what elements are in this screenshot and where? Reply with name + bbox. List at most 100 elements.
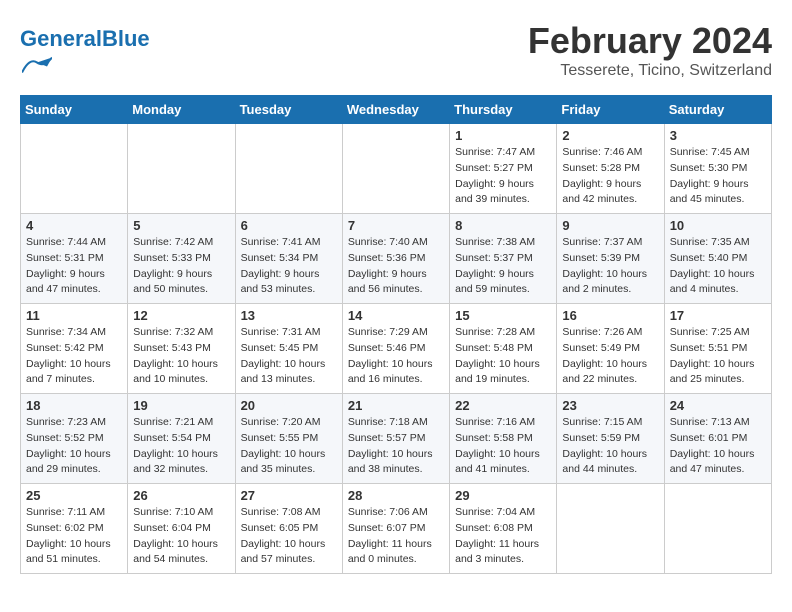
day-info: Sunrise: 7:41 AM Sunset: 5:34 PM Dayligh… [241, 235, 337, 298]
day-number: 29 [455, 488, 551, 503]
day-number: 19 [133, 398, 229, 413]
calendar-cell: 17 Sunrise: 7:25 AM Sunset: 5:51 PM Dayli… [664, 304, 771, 394]
calendar-cell: 1 Sunrise: 7:47 AM Sunset: 5:27 PM Daylig… [450, 124, 557, 214]
column-header-wednesday: Wednesday [342, 96, 449, 124]
calendar-week-row: 18Sunrise: 7:23 AM Sunset: 5:52 PM Dayli… [21, 394, 772, 484]
calendar-cell: 18Sunrise: 7:23 AM Sunset: 5:52 PM Dayli… [21, 394, 128, 484]
day-info: Sunrise: 7:32 AM Sunset: 5:43 PM Dayligh… [133, 325, 229, 388]
day-info: Sunrise: 7:23 AM Sunset: 5:52 PM Dayligh… [26, 415, 122, 478]
day-info: Sunrise: 7:37 AM Sunset: 5:39 PM Dayligh… [562, 235, 658, 298]
day-info: Sunrise: 7:29 AM Sunset: 5:46 PM Dayligh… [348, 325, 444, 388]
calendar-cell [557, 484, 664, 574]
day-info: Sunrise: 7:08 AM Sunset: 6:05 PM Dayligh… [241, 505, 337, 568]
day-info: Sunrise: 7:38 AM Sunset: 5:37 PM Dayligh… [455, 235, 551, 298]
day-number: 17 [670, 308, 766, 323]
day-info: Sunrise: 7:25 AM Sunset: 5:51 PM Dayligh… [670, 325, 766, 388]
day-info: Sunrise: 7:10 AM Sunset: 6:04 PM Dayligh… [133, 505, 229, 568]
day-number: 14 [348, 308, 444, 323]
day-number: 21 [348, 398, 444, 413]
calendar-cell: 15 Sunrise: 7:28 AM Sunset: 5:48 PM Dayli… [450, 304, 557, 394]
day-number: 12 [133, 308, 229, 323]
day-info: Sunrise: 7:28 AM Sunset: 5:48 PM Dayligh… [455, 325, 551, 388]
column-header-saturday: Saturday [664, 96, 771, 124]
calendar-cell [342, 124, 449, 214]
logo-icon [22, 50, 52, 80]
day-info: Sunrise: 7:46 AM Sunset: 5:28 PM Dayligh… [562, 145, 658, 208]
calendar-cell [128, 124, 235, 214]
calendar-cell: 21 Sunrise: 7:18 AM Sunset: 5:57 PM Dayli… [342, 394, 449, 484]
day-info: Sunrise: 7:18 AM Sunset: 5:57 PM Dayligh… [348, 415, 444, 478]
calendar-cell: 16Sunrise: 7:26 AM Sunset: 5:49 PM Dayli… [557, 304, 664, 394]
day-info: Sunrise: 7:04 AM Sunset: 6:08 PM Dayligh… [455, 505, 551, 568]
calendar-week-row: 11 Sunrise: 7:34 AM Sunset: 5:42 PM Dayli… [21, 304, 772, 394]
logo-text: GeneralBlue [20, 28, 150, 50]
day-info: Sunrise: 7:45 AM Sunset: 5:30 PM Dayligh… [670, 145, 766, 208]
calendar-cell: 2 Sunrise: 7:46 AM Sunset: 5:28 PM Daylig… [557, 124, 664, 214]
day-info: Sunrise: 7:34 AM Sunset: 5:42 PM Dayligh… [26, 325, 122, 388]
calendar-cell: 8 Sunrise: 7:38 AM Sunset: 5:37 PM Daylig… [450, 214, 557, 304]
day-number: 10 [670, 218, 766, 233]
calendar-cell: 29 Sunrise: 7:04 AM Sunset: 6:08 PM Dayli… [450, 484, 557, 574]
day-number: 1 [455, 128, 551, 143]
calendar-cell: 9 Sunrise: 7:37 AM Sunset: 5:39 PM Daylig… [557, 214, 664, 304]
day-number: 7 [348, 218, 444, 233]
calendar-cell: 14 Sunrise: 7:29 AM Sunset: 5:46 PM Dayli… [342, 304, 449, 394]
day-number: 25 [26, 488, 122, 503]
day-number: 23 [562, 398, 658, 413]
day-number: 28 [348, 488, 444, 503]
calendar-table: SundayMondayTuesdayWednesdayThursdayFrid… [20, 95, 772, 574]
day-info: Sunrise: 7:15 AM Sunset: 5:59 PM Dayligh… [562, 415, 658, 478]
column-header-thursday: Thursday [450, 96, 557, 124]
title-area: February 2024 Tesserete, Ticino, Switzer… [528, 20, 772, 80]
day-info: Sunrise: 7:47 AM Sunset: 5:27 PM Dayligh… [455, 145, 551, 208]
day-number: 2 [562, 128, 658, 143]
column-header-monday: Monday [128, 96, 235, 124]
day-info: Sunrise: 7:21 AM Sunset: 5:54 PM Dayligh… [133, 415, 229, 478]
calendar-cell: 12 Sunrise: 7:32 AM Sunset: 5:43 PM Dayli… [128, 304, 235, 394]
day-number: 15 [455, 308, 551, 323]
calendar-week-row: 1 Sunrise: 7:47 AM Sunset: 5:27 PM Daylig… [21, 124, 772, 214]
day-info: Sunrise: 7:11 AM Sunset: 6:02 PM Dayligh… [26, 505, 122, 568]
month-title: February 2024 [528, 20, 772, 62]
day-number: 9 [562, 218, 658, 233]
day-info: Sunrise: 7:13 AM Sunset: 6:01 PM Dayligh… [670, 415, 766, 478]
calendar-cell: 6 Sunrise: 7:41 AM Sunset: 5:34 PM Daylig… [235, 214, 342, 304]
day-info: Sunrise: 7:06 AM Sunset: 6:07 PM Dayligh… [348, 505, 444, 568]
subtitle: Tesserete, Ticino, Switzerland [528, 62, 772, 80]
day-number: 20 [241, 398, 337, 413]
day-info: Sunrise: 7:40 AM Sunset: 5:36 PM Dayligh… [348, 235, 444, 298]
calendar-cell: 23 Sunrise: 7:15 AM Sunset: 5:59 PM Dayli… [557, 394, 664, 484]
calendar-cell: 5 Sunrise: 7:42 AM Sunset: 5:33 PM Daylig… [128, 214, 235, 304]
calendar-cell: 7 Sunrise: 7:40 AM Sunset: 5:36 PM Daylig… [342, 214, 449, 304]
calendar-cell: 19 Sunrise: 7:21 AM Sunset: 5:54 PM Dayli… [128, 394, 235, 484]
column-header-friday: Friday [557, 96, 664, 124]
day-number: 4 [26, 218, 122, 233]
logo-blue: Blue [102, 26, 150, 51]
calendar-cell: 10Sunrise: 7:35 AM Sunset: 5:40 PM Dayli… [664, 214, 771, 304]
day-number: 6 [241, 218, 337, 233]
calendar-cell: 4 Sunrise: 7:44 AM Sunset: 5:31 PM Daylig… [21, 214, 128, 304]
calendar-cell: 25 Sunrise: 7:11 AM Sunset: 6:02 PM Dayli… [21, 484, 128, 574]
day-number: 5 [133, 218, 229, 233]
day-number: 22 [455, 398, 551, 413]
calendar-cell: 27 Sunrise: 7:08 AM Sunset: 6:05 PM Dayli… [235, 484, 342, 574]
day-number: 3 [670, 128, 766, 143]
calendar-cell: 3 Sunrise: 7:45 AM Sunset: 5:30 PM Daylig… [664, 124, 771, 214]
day-number: 13 [241, 308, 337, 323]
day-number: 8 [455, 218, 551, 233]
calendar-header-row: SundayMondayTuesdayWednesdayThursdayFrid… [21, 96, 772, 124]
day-number: 11 [26, 308, 122, 323]
header: GeneralBlue February 2024 Tesserete, Tic… [20, 20, 772, 85]
calendar-cell [235, 124, 342, 214]
logo: GeneralBlue [20, 28, 150, 85]
calendar-cell [21, 124, 128, 214]
calendar-cell: 11 Sunrise: 7:34 AM Sunset: 5:42 PM Dayli… [21, 304, 128, 394]
day-number: 26 [133, 488, 229, 503]
day-info: Sunrise: 7:16 AM Sunset: 5:58 PM Dayligh… [455, 415, 551, 478]
day-info: Sunrise: 7:44 AM Sunset: 5:31 PM Dayligh… [26, 235, 122, 298]
day-info: Sunrise: 7:42 AM Sunset: 5:33 PM Dayligh… [133, 235, 229, 298]
day-number: 27 [241, 488, 337, 503]
column-header-sunday: Sunday [21, 96, 128, 124]
calendar-cell: 22 Sunrise: 7:16 AM Sunset: 5:58 PM Dayli… [450, 394, 557, 484]
calendar-week-row: 4 Sunrise: 7:44 AM Sunset: 5:31 PM Daylig… [21, 214, 772, 304]
